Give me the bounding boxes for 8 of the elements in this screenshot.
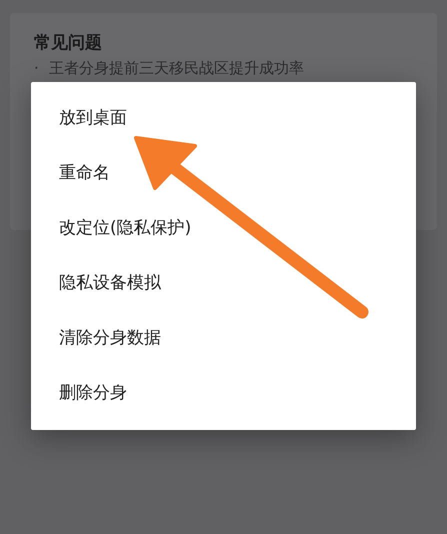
menu-item[interactable]: 重命名	[31, 157, 416, 212]
bullet-marker: ·	[34, 59, 39, 77]
menu-item[interactable]: 放到桌面	[31, 102, 416, 157]
faq-title: 常见问题	[34, 32, 103, 54]
menu-item[interactable]: 隐私设备模拟	[31, 267, 416, 322]
menu-item[interactable]: 清除分身数据	[31, 322, 416, 377]
menu-item[interactable]: 删除分身	[31, 377, 416, 432]
menu-item[interactable]: 改定位(隐私保护)	[31, 212, 416, 267]
